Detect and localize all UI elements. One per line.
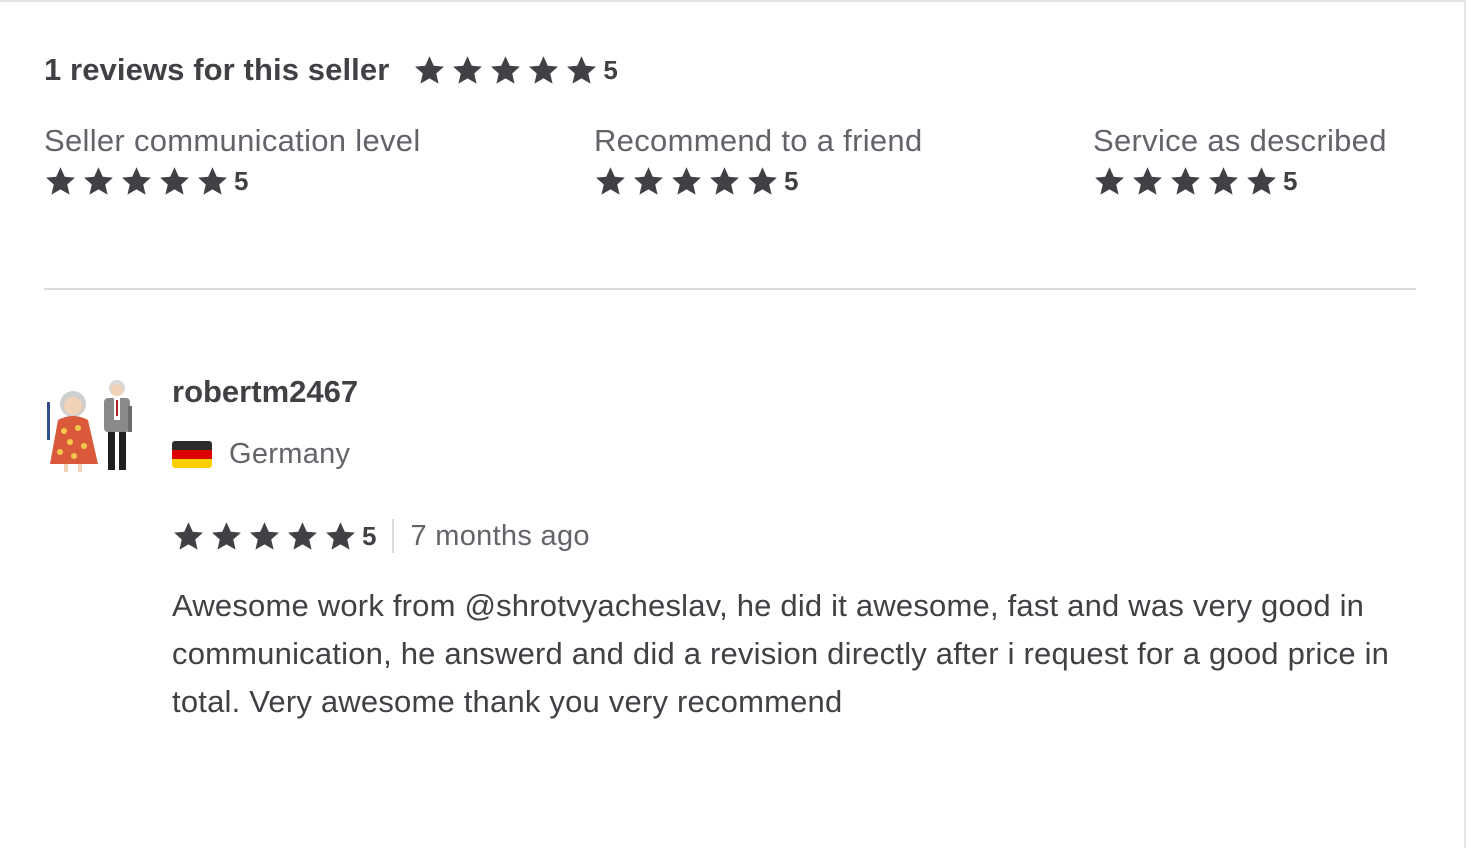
avatar-illustration xyxy=(47,380,132,472)
star-icon xyxy=(158,165,191,198)
star-icon xyxy=(1245,165,1278,198)
star-icon xyxy=(210,520,243,553)
star-icon xyxy=(1093,165,1126,198)
reviewer-avatar[interactable] xyxy=(44,376,140,476)
star-icon xyxy=(1131,165,1164,198)
breakdown-communication: Seller communication level 5 xyxy=(44,120,421,198)
review-meta: 5 7 months ago xyxy=(172,516,1422,556)
star-icon xyxy=(1207,165,1240,198)
breakdown-label: Recommend to a friend xyxy=(594,123,923,158)
star-icon xyxy=(451,54,484,87)
breakdown-recommend: Recommend to a friend 5 xyxy=(594,120,923,198)
section-divider xyxy=(44,288,1416,290)
star-icon xyxy=(1169,165,1202,198)
star-icon xyxy=(708,165,741,198)
breakdown-service: Service as described 5 xyxy=(1093,120,1387,198)
overall-rating-value: 5 xyxy=(603,54,618,85)
star-icon xyxy=(489,54,522,87)
star-icon xyxy=(120,165,153,198)
star-icon xyxy=(248,520,281,553)
breakdown-label: Service as described xyxy=(1093,123,1387,158)
overall-rating-stars: 5 xyxy=(413,54,618,87)
reviewer-username[interactable]: robertm2467 xyxy=(172,370,1422,414)
rating-breakdown: Seller communication level 5 Recommend t… xyxy=(44,120,1416,210)
star-icon xyxy=(82,165,115,198)
star-icon xyxy=(565,54,598,87)
review-text: Awesome work from @shrotvyacheslav, he d… xyxy=(172,588,1390,719)
reviews-header: 1 reviews for this seller 5 xyxy=(44,50,618,90)
star-icon xyxy=(324,520,357,553)
breakdown-stars: 5 xyxy=(44,165,421,198)
star-icon xyxy=(413,54,446,87)
star-icon xyxy=(286,520,319,553)
star-icon xyxy=(746,165,779,198)
frame-top-border xyxy=(0,0,1466,2)
breakdown-stars: 5 xyxy=(594,165,923,198)
review-body: robertm2467 Germany 5 7 months ago Aweso… xyxy=(172,370,1422,726)
star-icon xyxy=(172,520,205,553)
breakdown-label: Seller communication level xyxy=(44,123,421,158)
breakdown-rating-value: 5 xyxy=(1283,166,1298,196)
star-icon xyxy=(196,165,229,198)
breakdown-stars: 5 xyxy=(1093,165,1387,198)
breakdown-rating-value: 5 xyxy=(784,166,799,196)
review-rating-stars: 5 xyxy=(172,520,376,553)
meta-separator xyxy=(392,519,395,553)
star-icon xyxy=(44,165,77,198)
star-icon xyxy=(670,165,703,198)
reviews-title: 1 reviews for this seller xyxy=(44,52,390,87)
star-icon xyxy=(632,165,665,198)
review-rating-value: 5 xyxy=(362,520,377,551)
star-icon xyxy=(527,54,560,87)
germany-flag-icon xyxy=(172,440,212,468)
review-time-ago: 7 months ago xyxy=(410,519,590,552)
breakdown-rating-value: 5 xyxy=(234,166,249,196)
reviewer-country: Germany xyxy=(229,437,351,470)
star-icon xyxy=(594,165,627,198)
reviewer-country-row: Germany xyxy=(172,434,1422,474)
